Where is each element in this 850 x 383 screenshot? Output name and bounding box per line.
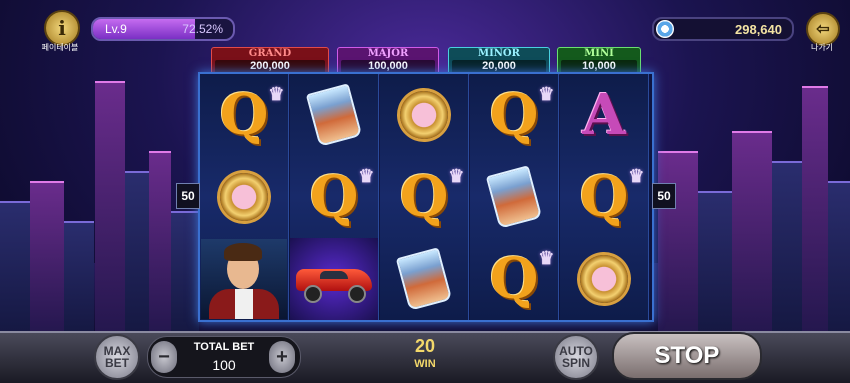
- decrease-bet-button[interactable]: −: [151, 341, 177, 373]
- jackpot-major-title: MAJOR: [367, 48, 409, 59]
- crown-icon: ♛: [268, 84, 285, 105]
- reel-2: Q ♛: [290, 74, 379, 320]
- reel-symbol: [200, 156, 288, 238]
- paylines-left: 50: [176, 183, 200, 209]
- paylines-right: 50: [652, 183, 676, 209]
- jackpot-major: MAJOR 100,000: [337, 47, 439, 75]
- jackpot-mini: MINI 10,000: [557, 47, 641, 75]
- reel-5: A Q ♛: [560, 74, 649, 320]
- queen-symbol: Q ♛: [489, 246, 555, 312]
- chip-icon: [656, 20, 674, 38]
- max-bet-button[interactable]: MAX BET: [94, 334, 140, 380]
- auto-spin-button[interactable]: AUTO SPIN: [553, 334, 599, 380]
- stop-button[interactable]: STOP: [612, 332, 762, 380]
- ace-symbol: A: [582, 82, 626, 148]
- reel-symbol: Q ♛: [470, 238, 558, 320]
- reel-symbol: [380, 238, 468, 320]
- skyline-right: [650, 83, 850, 333]
- exit-button[interactable]: ⇦: [806, 12, 840, 46]
- exit-label: 나가기: [810, 43, 834, 52]
- gold-watch-icon: [212, 165, 276, 229]
- exit-icon: ⇦: [816, 21, 830, 38]
- jackpot-grand: GRAND 200,000: [211, 47, 329, 75]
- info-icon: i: [58, 16, 66, 40]
- reel-1: Q ♛: [200, 74, 289, 320]
- slot-reels[interactable]: Q ♛ Q ♛ Q ♛ Q ♛ Q ♛ A Q ♛: [198, 72, 654, 322]
- reel-symbol: [200, 238, 288, 320]
- coin-balance-value: 298,640: [735, 22, 782, 37]
- jackpot-minor: MINOR 20,000: [448, 47, 550, 75]
- whiskey-glass-icon: [485, 165, 543, 229]
- coin-balance[interactable]: 298,640: [652, 17, 794, 41]
- level-percent: 72.52%: [182, 22, 223, 36]
- gentleman-icon: [201, 239, 287, 319]
- queen-symbol: Q ♛: [309, 164, 375, 230]
- queen-symbol: Q ♛: [219, 82, 285, 148]
- win-label: WIN: [414, 358, 436, 370]
- minus-icon: −: [158, 345, 170, 368]
- reel-3: Q ♛: [380, 74, 469, 320]
- sports-car-icon: [294, 259, 374, 303]
- reel-symbol: [290, 74, 378, 156]
- crown-icon: ♛: [628, 166, 645, 187]
- total-bet-panel: − TOTAL BET 100 +: [147, 336, 301, 378]
- win-value: 20: [414, 336, 436, 356]
- reel-symbol: [470, 156, 558, 238]
- reel-symbol: Q ♛: [290, 156, 378, 238]
- reel-symbol: Q ♛: [200, 74, 288, 156]
- reel-symbol: A: [560, 74, 648, 156]
- queen-symbol: Q ♛: [579, 164, 645, 230]
- total-bet-value: 100: [212, 357, 236, 373]
- queen-symbol: Q ♛: [399, 164, 465, 230]
- increase-bet-button[interactable]: +: [269, 341, 295, 373]
- crown-icon: ♛: [538, 84, 555, 105]
- reel-symbol: Q ♛: [470, 74, 558, 156]
- crown-icon: ♛: [358, 166, 375, 187]
- level-text: Lv.9: [105, 22, 127, 36]
- level-progress-bar: Lv.9 72.52%: [91, 17, 235, 41]
- total-bet-label: TOTAL BET: [193, 341, 255, 353]
- gold-watch-icon: [572, 247, 636, 311]
- jackpot-mini-title: MINI: [584, 48, 614, 59]
- whiskey-glass-icon: [395, 247, 453, 311]
- queen-symbol: Q ♛: [489, 82, 555, 148]
- plus-icon: +: [276, 345, 288, 368]
- jackpot-minor-title: MINOR: [478, 48, 520, 59]
- reel-symbol: Q ♛: [560, 156, 648, 238]
- reel-symbol: [290, 238, 378, 320]
- reel-symbol: [380, 74, 468, 156]
- skyline-left: [0, 81, 200, 333]
- gold-watch-icon: [392, 83, 456, 147]
- reel-symbol: [560, 238, 648, 320]
- crown-icon: ♛: [448, 166, 465, 187]
- jackpot-grand-title: GRAND: [248, 48, 292, 59]
- paytable-label: 페이테이블: [41, 43, 79, 52]
- reel-4: Q ♛ Q ♛: [470, 74, 559, 320]
- paytable-info-button[interactable]: i: [44, 10, 80, 46]
- reel-symbol: Q ♛: [380, 156, 468, 238]
- whiskey-glass-icon: [305, 83, 363, 147]
- crown-icon: ♛: [538, 248, 555, 269]
